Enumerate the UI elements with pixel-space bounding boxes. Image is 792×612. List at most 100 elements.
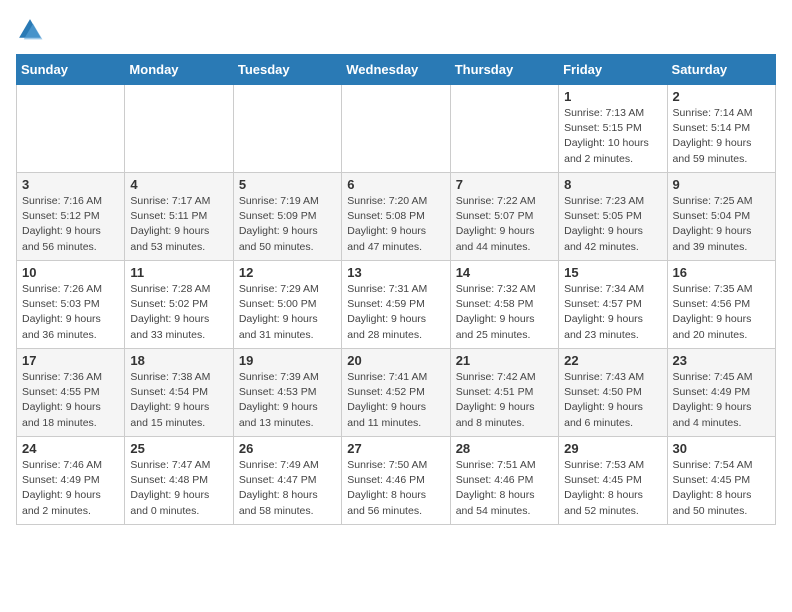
calendar-week-row: 24 Sunrise: 7:46 AM Sunset: 4:49 PM Dayli… bbox=[17, 437, 776, 525]
day-number: 27 bbox=[347, 441, 444, 456]
day-number: 15 bbox=[564, 265, 661, 280]
day-number: 14 bbox=[456, 265, 553, 280]
day-detail: Sunrise: 7:36 AM Sunset: 4:55 PM Dayligh… bbox=[22, 370, 119, 431]
calendar-cell: 10Sunrise: 7:26 AM Sunset: 5:03 PM Dayli… bbox=[17, 261, 125, 349]
calendar-cell: 29Sunrise: 7:53 AM Sunset: 4:45 PM Dayli… bbox=[559, 437, 667, 525]
calendar-cell: 9 Sunrise: 7:25 AM Sunset: 5:04 PM Daylig… bbox=[667, 173, 775, 261]
day-detail: Sunrise: 7:32 AM Sunset: 4:58 PM Dayligh… bbox=[456, 282, 553, 343]
calendar-table: SundayMondayTuesdayWednesdayThursdayFrid… bbox=[16, 54, 776, 525]
calendar-cell: 12 Sunrise: 7:29 AM Sunset: 5:00 PM Dayli… bbox=[233, 261, 341, 349]
calendar-body: 1 Sunrise: 7:13 AM Sunset: 5:15 PM Daylig… bbox=[17, 85, 776, 525]
calendar-cell bbox=[342, 85, 450, 173]
day-detail: Sunrise: 7:49 AM Sunset: 4:47 PM Dayligh… bbox=[239, 458, 336, 519]
day-detail: Sunrise: 7:45 AM Sunset: 4:49 PM Dayligh… bbox=[673, 370, 770, 431]
day-number: 13 bbox=[347, 265, 444, 280]
calendar-cell: 19 Sunrise: 7:39 AM Sunset: 4:53 PM Dayli… bbox=[233, 349, 341, 437]
calendar-cell: 2 Sunrise: 7:14 AM Sunset: 5:14 PM Daylig… bbox=[667, 85, 775, 173]
day-detail: Sunrise: 7:22 AM Sunset: 5:07 PM Dayligh… bbox=[456, 194, 553, 255]
calendar-cell: 15 Sunrise: 7:34 AM Sunset: 4:57 PM Dayli… bbox=[559, 261, 667, 349]
day-detail: Sunrise: 7:47 AM Sunset: 4:48 PM Dayligh… bbox=[130, 458, 227, 519]
day-number: 6 bbox=[347, 177, 444, 192]
day-number: 12 bbox=[239, 265, 336, 280]
day-detail: Sunrise: 7:17 AM Sunset: 5:11 PM Dayligh… bbox=[130, 194, 227, 255]
day-number: 2 bbox=[673, 89, 770, 104]
day-number: 4 bbox=[130, 177, 227, 192]
day-detail: Sunrise: 7:35 AM Sunset: 4:56 PM Dayligh… bbox=[673, 282, 770, 343]
logo-icon bbox=[16, 16, 44, 44]
calendar-cell: 3 Sunrise: 7:16 AM Sunset: 5:12 PM Daylig… bbox=[17, 173, 125, 261]
calendar-cell: 30Sunrise: 7:54 AM Sunset: 4:45 PM Dayli… bbox=[667, 437, 775, 525]
calendar-cell: 27Sunrise: 7:50 AM Sunset: 4:46 PM Dayli… bbox=[342, 437, 450, 525]
day-number: 25 bbox=[130, 441, 227, 456]
day-number: 1 bbox=[564, 89, 661, 104]
calendar-cell: 22 Sunrise: 7:43 AM Sunset: 4:50 PM Dayli… bbox=[559, 349, 667, 437]
day-detail: Sunrise: 7:13 AM Sunset: 5:15 PM Dayligh… bbox=[564, 106, 661, 167]
calendar-week-row: 10Sunrise: 7:26 AM Sunset: 5:03 PM Dayli… bbox=[17, 261, 776, 349]
calendar-cell: 24 Sunrise: 7:46 AM Sunset: 4:49 PM Dayli… bbox=[17, 437, 125, 525]
day-detail: Sunrise: 7:38 AM Sunset: 4:54 PM Dayligh… bbox=[130, 370, 227, 431]
logo bbox=[16, 16, 48, 44]
day-detail: Sunrise: 7:34 AM Sunset: 4:57 PM Dayligh… bbox=[564, 282, 661, 343]
day-detail: Sunrise: 7:29 AM Sunset: 5:00 PM Dayligh… bbox=[239, 282, 336, 343]
calendar-cell: 17 Sunrise: 7:36 AM Sunset: 4:55 PM Dayli… bbox=[17, 349, 125, 437]
calendar-cell: 6 Sunrise: 7:20 AM Sunset: 5:08 PM Daylig… bbox=[342, 173, 450, 261]
day-number: 18 bbox=[130, 353, 227, 368]
header-row: SundayMondayTuesdayWednesdayThursdayFrid… bbox=[17, 55, 776, 85]
day-detail: Sunrise: 7:19 AM Sunset: 5:09 PM Dayligh… bbox=[239, 194, 336, 255]
day-of-week-header: Friday bbox=[559, 55, 667, 85]
day-number: 8 bbox=[564, 177, 661, 192]
day-number: 7 bbox=[456, 177, 553, 192]
day-detail: Sunrise: 7:14 AM Sunset: 5:14 PM Dayligh… bbox=[673, 106, 770, 167]
day-detail: Sunrise: 7:39 AM Sunset: 4:53 PM Dayligh… bbox=[239, 370, 336, 431]
calendar-cell bbox=[450, 85, 558, 173]
calendar-cell: 28 Sunrise: 7:51 AM Sunset: 4:46 PM Dayli… bbox=[450, 437, 558, 525]
calendar-cell: 25 Sunrise: 7:47 AM Sunset: 4:48 PM Dayli… bbox=[125, 437, 233, 525]
calendar-cell: 20 Sunrise: 7:41 AM Sunset: 4:52 PM Dayli… bbox=[342, 349, 450, 437]
calendar-cell bbox=[125, 85, 233, 173]
day-detail: Sunrise: 7:31 AM Sunset: 4:59 PM Dayligh… bbox=[347, 282, 444, 343]
calendar-cell: 5 Sunrise: 7:19 AM Sunset: 5:09 PM Daylig… bbox=[233, 173, 341, 261]
calendar-cell: 8Sunrise: 7:23 AM Sunset: 5:05 PM Daylig… bbox=[559, 173, 667, 261]
day-number: 20 bbox=[347, 353, 444, 368]
day-detail: Sunrise: 7:41 AM Sunset: 4:52 PM Dayligh… bbox=[347, 370, 444, 431]
day-number: 19 bbox=[239, 353, 336, 368]
day-number: 10 bbox=[22, 265, 119, 280]
day-number: 5 bbox=[239, 177, 336, 192]
calendar-cell: 26 Sunrise: 7:49 AM Sunset: 4:47 PM Dayli… bbox=[233, 437, 341, 525]
day-number: 17 bbox=[22, 353, 119, 368]
calendar-cell: 14 Sunrise: 7:32 AM Sunset: 4:58 PM Dayli… bbox=[450, 261, 558, 349]
day-detail: Sunrise: 7:20 AM Sunset: 5:08 PM Dayligh… bbox=[347, 194, 444, 255]
day-detail: Sunrise: 7:42 AM Sunset: 4:51 PM Dayligh… bbox=[456, 370, 553, 431]
calendar-cell: 4 Sunrise: 7:17 AM Sunset: 5:11 PM Daylig… bbox=[125, 173, 233, 261]
day-number: 3 bbox=[22, 177, 119, 192]
calendar-cell: 23Sunrise: 7:45 AM Sunset: 4:49 PM Dayli… bbox=[667, 349, 775, 437]
day-number: 16 bbox=[673, 265, 770, 280]
day-detail: Sunrise: 7:28 AM Sunset: 5:02 PM Dayligh… bbox=[130, 282, 227, 343]
calendar-cell: 11Sunrise: 7:28 AM Sunset: 5:02 PM Dayli… bbox=[125, 261, 233, 349]
day-detail: Sunrise: 7:25 AM Sunset: 5:04 PM Dayligh… bbox=[673, 194, 770, 255]
day-number: 9 bbox=[673, 177, 770, 192]
day-of-week-header: Sunday bbox=[17, 55, 125, 85]
calendar-cell: 7 Sunrise: 7:22 AM Sunset: 5:07 PM Daylig… bbox=[450, 173, 558, 261]
day-detail: Sunrise: 7:43 AM Sunset: 4:50 PM Dayligh… bbox=[564, 370, 661, 431]
day-number: 22 bbox=[564, 353, 661, 368]
calendar-week-row: 1 Sunrise: 7:13 AM Sunset: 5:15 PM Daylig… bbox=[17, 85, 776, 173]
calendar-cell: 13 Sunrise: 7:31 AM Sunset: 4:59 PM Dayli… bbox=[342, 261, 450, 349]
day-of-week-header: Thursday bbox=[450, 55, 558, 85]
day-detail: Sunrise: 7:51 AM Sunset: 4:46 PM Dayligh… bbox=[456, 458, 553, 519]
calendar-cell bbox=[233, 85, 341, 173]
day-detail: Sunrise: 7:16 AM Sunset: 5:12 PM Dayligh… bbox=[22, 194, 119, 255]
calendar-cell bbox=[17, 85, 125, 173]
day-number: 24 bbox=[22, 441, 119, 456]
calendar-cell: 21Sunrise: 7:42 AM Sunset: 4:51 PM Dayli… bbox=[450, 349, 558, 437]
day-of-week-header: Wednesday bbox=[342, 55, 450, 85]
day-detail: Sunrise: 7:46 AM Sunset: 4:49 PM Dayligh… bbox=[22, 458, 119, 519]
header-area bbox=[16, 16, 776, 44]
day-of-week-header: Tuesday bbox=[233, 55, 341, 85]
calendar-cell: 16 Sunrise: 7:35 AM Sunset: 4:56 PM Dayli… bbox=[667, 261, 775, 349]
day-of-week-header: Monday bbox=[125, 55, 233, 85]
day-detail: Sunrise: 7:54 AM Sunset: 4:45 PM Dayligh… bbox=[673, 458, 770, 519]
day-number: 26 bbox=[239, 441, 336, 456]
day-number: 28 bbox=[456, 441, 553, 456]
day-detail: Sunrise: 7:53 AM Sunset: 4:45 PM Dayligh… bbox=[564, 458, 661, 519]
